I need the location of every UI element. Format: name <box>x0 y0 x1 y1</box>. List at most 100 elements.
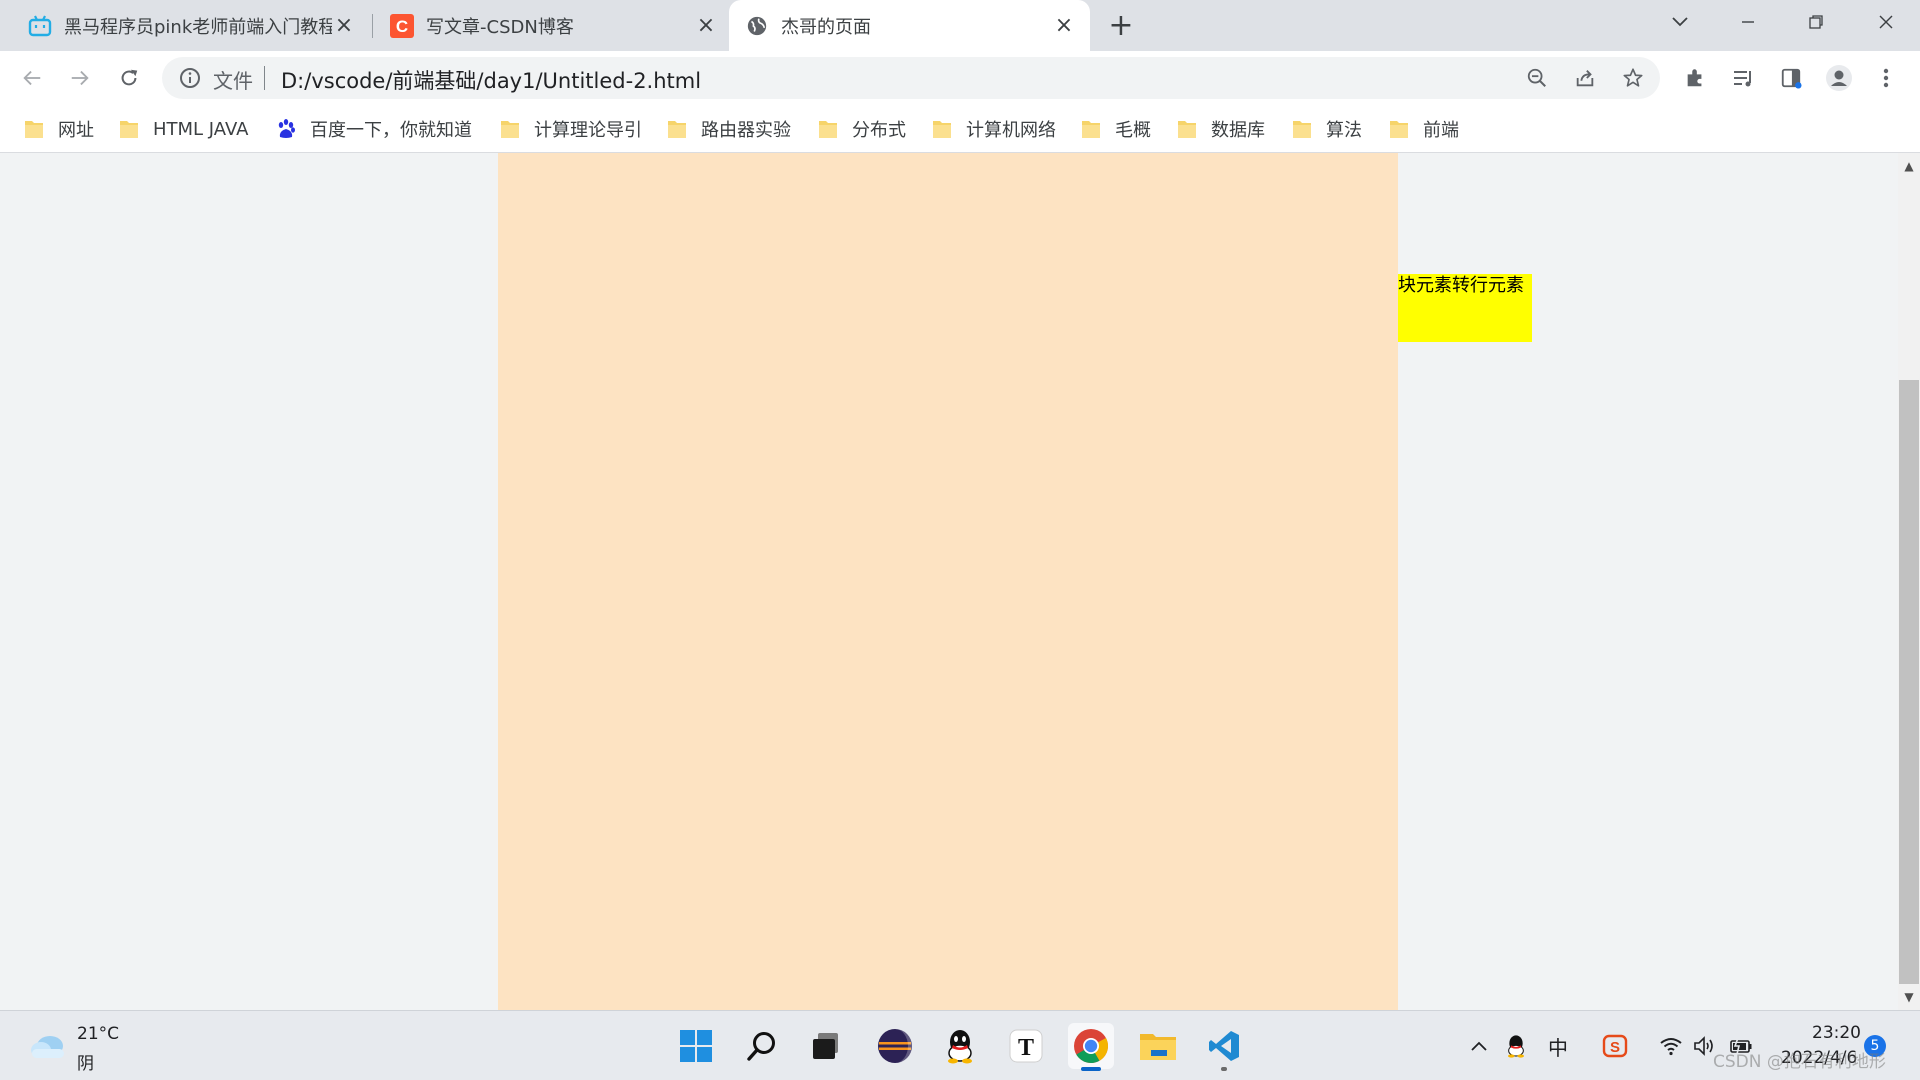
close-tab-icon[interactable]: × <box>1052 13 1076 38</box>
bookmark-folder[interactable]: 计算机网络 <box>932 114 1056 144</box>
active-app-indicator <box>1081 1067 1101 1071</box>
scrollbar-thumb[interactable] <box>1899 380 1919 984</box>
zoom-icon[interactable] <box>1525 66 1549 90</box>
bookmark-star-icon[interactable] <box>1621 66 1645 90</box>
scroll-down-icon[interactable]: ▼ <box>1898 986 1920 1008</box>
bookmark-label: 计算机网络 <box>966 120 1056 141</box>
tab-strip: 黑马程序员pink老师前端入门教程 × C 写文章-CSDN博客 × 杰哥的页面… <box>0 0 1920 51</box>
bilibili-icon <box>28 14 52 38</box>
cloudy-weather-icon[interactable] <box>28 1029 68 1061</box>
vscode-icon[interactable] <box>1201 1023 1247 1069</box>
show-hidden-icons[interactable] <box>1466 1029 1492 1063</box>
close-tab-icon[interactable]: × <box>332 13 356 38</box>
bookmark-folder[interactable]: 路由器实验 <box>667 114 791 144</box>
ime-indicator[interactable]: 中 <box>1542 1029 1574 1063</box>
task-view-icon[interactable] <box>803 1023 849 1069</box>
tab-title: 黑马程序员pink老师前端入门教程 <box>64 16 332 38</box>
browser-toolbar: 文件 D:/vscode/前端基础/day1/Untitled-2.html <box>0 51 1920 105</box>
clock-time[interactable]: 23:20 <box>1812 1023 1861 1043</box>
page-viewport: 块元素转行元素 <box>0 153 1898 1010</box>
bookmark-folder[interactable]: HTML JAVA <box>119 114 248 144</box>
bookmark-folder[interactable]: 算法 <box>1292 114 1362 144</box>
bookmark-label: 路由器实验 <box>701 120 791 141</box>
close-window-button[interactable] <box>1856 0 1916 44</box>
bookmark-folder[interactable]: 分布式 <box>818 114 906 144</box>
taskbar: 21°C 阴 T 中 S 23:20 2022/4/6 5 <box>0 1010 1920 1080</box>
sogou-input-icon[interactable]: S <box>1598 1029 1632 1063</box>
bookmark-label: 分布式 <box>852 120 906 141</box>
tab-csdn[interactable]: C 写文章-CSDN博客 × <box>374 0 732 51</box>
baidu-icon <box>278 119 295 138</box>
folder-icon <box>1293 121 1311 138</box>
chrome-icon[interactable] <box>1068 1023 1114 1069</box>
back-button[interactable] <box>14 60 50 96</box>
reading-list-icon[interactable] <box>1728 63 1758 93</box>
bookmarks-bar: 网址 HTML JAVA 百度一下，你就知道 计算理论导引 路由器实验 分布式 … <box>0 105 1920 153</box>
file-explorer-icon[interactable] <box>1135 1023 1181 1069</box>
inline-converted-box: 块元素转行元素 <box>1398 274 1532 342</box>
url-text[interactable]: D:/vscode/前端基础/day1/Untitled-2.html <box>281 65 701 95</box>
svg-text:C: C <box>396 17 408 36</box>
folder-icon <box>1178 121 1196 138</box>
tab-active-page[interactable]: 杰哥的页面 × <box>729 0 1090 51</box>
tab-title: 杰哥的页面 <box>781 16 871 38</box>
extensions-icon[interactable] <box>1680 63 1710 93</box>
watermark: CSDN @抱石有利地形 <box>1713 1052 1886 1072</box>
bookmark-label: 网址 <box>58 120 94 141</box>
weather-desc: 阴 <box>77 1054 94 1074</box>
folder-icon <box>501 121 519 138</box>
bookmark-label: 计算理论导引 <box>534 120 642 141</box>
bookmark-link[interactable]: 百度一下，你就知道 <box>276 114 472 144</box>
bookmark-label: 毛概 <box>1115 120 1151 141</box>
bookmark-label: 百度一下，你就知道 <box>310 120 472 141</box>
minimize-button[interactable] <box>1718 0 1778 44</box>
side-panel-icon[interactable] <box>1776 63 1806 93</box>
box-text: 块元素转行元素 <box>1398 275 1524 296</box>
bookmark-label: HTML JAVA <box>153 118 249 140</box>
svg-text:T: T <box>1018 1035 1034 1061</box>
qq-icon[interactable] <box>937 1023 983 1069</box>
folder-icon <box>25 121 43 138</box>
new-tab-button[interactable]: + <box>1104 9 1138 43</box>
globe-icon <box>745 14 769 38</box>
menu-icon[interactable] <box>1871 63 1901 93</box>
reload-button[interactable] <box>111 60 147 96</box>
big-block-box <box>498 153 1398 1010</box>
bookmark-label: 数据库 <box>1211 120 1265 141</box>
bookmark-label: 前端 <box>1423 120 1459 141</box>
folder-icon <box>1082 121 1100 138</box>
search-icon[interactable] <box>739 1023 785 1069</box>
info-icon[interactable] <box>178 66 202 90</box>
forward-button[interactable] <box>62 60 98 96</box>
divider <box>264 66 265 90</box>
profile-avatar-icon[interactable] <box>1824 63 1854 93</box>
bookmark-folder[interactable]: 数据库 <box>1177 114 1265 144</box>
svg-text:S: S <box>1610 1039 1620 1056</box>
folder-icon <box>1390 121 1408 138</box>
bookmark-folder[interactable]: 毛概 <box>1081 114 1151 144</box>
folder-icon <box>819 121 837 138</box>
running-app-indicator <box>1221 1067 1227 1071</box>
weather-temp: 21°C <box>77 1024 120 1044</box>
bookmark-folder[interactable]: 网址 <box>24 114 94 144</box>
url-scheme-label: 文件 <box>213 69 253 93</box>
bookmark-folder[interactable]: 前端 <box>1389 114 1459 144</box>
tab-separator <box>372 14 373 38</box>
folder-icon <box>668 121 686 138</box>
tab-search-icon[interactable] <box>1650 0 1710 44</box>
scroll-up-icon[interactable]: ▲ <box>1898 155 1920 177</box>
share-icon[interactable] <box>1573 66 1597 90</box>
windows-start-icon[interactable] <box>673 1023 719 1069</box>
close-tab-icon[interactable]: × <box>694 13 718 38</box>
bookmark-folder[interactable]: 计算理论导引 <box>500 114 642 144</box>
tab-title: 写文章-CSDN博客 <box>426 16 574 38</box>
qq-tray-icon[interactable] <box>1501 1029 1531 1063</box>
tab-bilibili[interactable]: 黑马程序员pink老师前端入门教程 × <box>0 0 370 51</box>
bookmark-label: 算法 <box>1326 120 1362 141</box>
eclipse-icon[interactable] <box>872 1023 918 1069</box>
restore-button[interactable] <box>1786 0 1846 44</box>
typora-icon[interactable]: T <box>1003 1023 1049 1069</box>
csdn-icon: C <box>390 13 414 38</box>
address-bar[interactable]: 文件 D:/vscode/前端基础/day1/Untitled-2.html <box>162 57 1660 99</box>
wifi-icon[interactable] <box>1656 1029 1686 1063</box>
